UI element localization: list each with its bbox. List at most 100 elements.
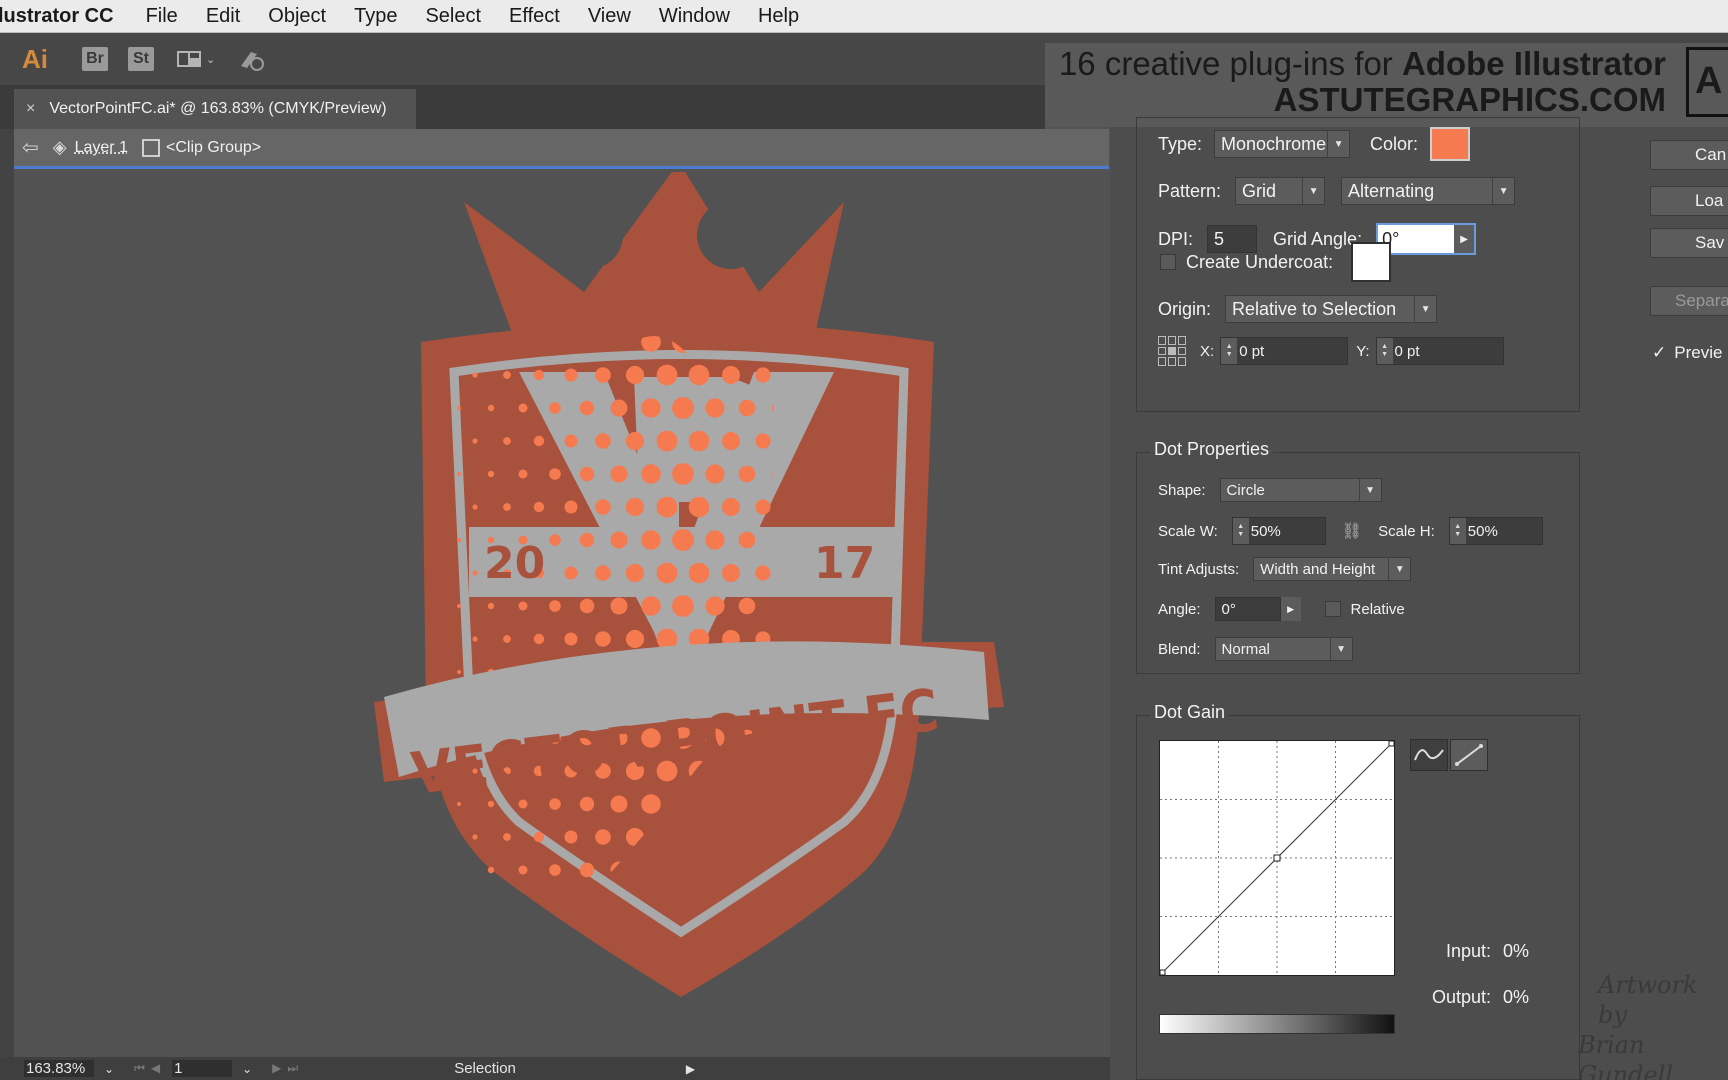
halftone-dot <box>937 340 941 344</box>
dot-gain-curve[interactable] <box>1159 740 1395 976</box>
menu-window[interactable]: Window <box>659 5 730 28</box>
grid-angle-input[interactable]: 0° ▶ <box>1376 223 1477 255</box>
stepper-icon[interactable]: ▲ ▼ <box>1221 338 1238 364</box>
next-last-artboard-icons[interactable]: ▶⏭ <box>272 1061 304 1076</box>
relative-checkbox[interactable] <box>1324 601 1341 617</box>
undercoat-label: Create Undercoat: <box>1186 251 1334 272</box>
halftone-dot <box>905 802 909 806</box>
banner-line-2: ASTUTEGRAPHICS.COM <box>1273 81 1666 118</box>
clip-group-breadcrumb[interactable]: <Clip Group> <box>166 139 261 157</box>
y-field[interactable]: ▲ ▼ 0 pt <box>1375 337 1504 365</box>
chevron-down-icon: ▼ <box>1329 638 1352 660</box>
tint-select[interactable]: Width and Height ▼ <box>1253 557 1412 581</box>
color-swatch[interactable] <box>1430 127 1471 161</box>
first-prev-artboard-icons[interactable]: ⏮◀ <box>134 1061 166 1076</box>
bridge-button[interactable]: Br <box>82 47 108 71</box>
menu-view[interactable]: View <box>588 5 631 28</box>
halftone-dot <box>549 468 561 480</box>
preview-row: ✓ Previe <box>1652 343 1722 363</box>
scale-h-field[interactable]: ▲ ▼ 50% <box>1448 517 1543 545</box>
halftone-dot <box>738 465 756 483</box>
origin-select[interactable]: Relative to Selection ▼ <box>1225 295 1438 323</box>
halftone-dot <box>579 862 595 878</box>
reference-point-icon[interactable] <box>1158 336 1188 366</box>
artboard-number-field[interactable]: 1 <box>172 1060 233 1077</box>
halftone-dot <box>722 432 740 450</box>
separate-button[interactable]: Separa <box>1650 286 1728 316</box>
stepper-icon[interactable]: ▲ ▼ <box>1232 518 1249 544</box>
chevron-down-icon: ▼ <box>1327 131 1349 157</box>
halftone-dot <box>755 367 771 383</box>
pattern-select[interactable]: Grid ▼ <box>1235 177 1326 205</box>
scale-w-field[interactable]: ▲ ▼ 50% <box>1231 517 1326 545</box>
preview-label: Previe <box>1674 343 1723 362</box>
halftone-dot <box>503 503 511 511</box>
tint-label: Tint Adjusts: <box>1158 560 1240 578</box>
undercoat-swatch[interactable] <box>1351 242 1392 282</box>
zoom-dropdown-icon[interactable]: ⌄ <box>104 1062 114 1076</box>
app-name[interactable]: lustrator CC <box>0 5 114 28</box>
close-icon[interactable]: × <box>26 100 35 118</box>
save-button[interactable]: Sav <box>1650 228 1728 258</box>
halftone-dot <box>533 501 545 513</box>
artboard-canvas[interactable]: 20 17 VECTOR POINT FC <box>14 162 1109 1057</box>
angle-arrow-icon[interactable]: ▶ <box>1280 597 1301 621</box>
halftone-dot <box>610 399 628 417</box>
halftone-dot <box>953 835 957 839</box>
menu-file[interactable]: File <box>146 5 178 28</box>
halftone-dot <box>738 597 756 615</box>
halftone-dot <box>595 433 611 449</box>
document-tab[interactable]: × VectorPointFC.ai* @ 163.83% (CMYK/Prev… <box>14 89 416 129</box>
menu-help[interactable]: Help <box>758 5 799 28</box>
undercoat-checkbox[interactable] <box>1160 254 1176 270</box>
linear-curve-button[interactable] <box>1450 739 1488 771</box>
link-icon[interactable]: ⛓ <box>1342 521 1362 541</box>
shape-select[interactable]: Circle ▼ <box>1219 478 1382 502</box>
halftone-dot <box>985 835 989 839</box>
halftone-dot <box>518 469 528 479</box>
gpu-performance-button[interactable] <box>237 46 267 72</box>
output-label: Output: <box>1432 987 1492 1007</box>
zoom-level-field[interactable]: 163.83% <box>24 1060 94 1077</box>
back-arrow-icon[interactable]: ⇦ <box>22 135 39 160</box>
halftone-dot <box>579 400 595 416</box>
menu-edit[interactable]: Edit <box>206 5 240 28</box>
smooth-curve-button[interactable] <box>1410 739 1448 771</box>
arrange-documents-button[interactable]: ⌄ <box>176 50 215 68</box>
curve-graph[interactable] <box>1159 740 1395 976</box>
halftone-dot <box>472 372 478 378</box>
halftone-dot <box>472 504 478 510</box>
layer-breadcrumb[interactable]: Layer 1 <box>75 139 128 157</box>
load-button[interactable]: Loa <box>1650 186 1728 216</box>
blend-select[interactable]: Normal ▼ <box>1214 637 1353 661</box>
halftone-dot <box>953 505 957 509</box>
menu-object[interactable]: Object <box>268 5 326 28</box>
stock-button[interactable]: St <box>128 47 154 71</box>
angle-field[interactable]: 0° <box>1214 597 1281 621</box>
cancel-button[interactable]: Can <box>1650 140 1728 170</box>
pattern-mode-select[interactable]: Alternating ▼ <box>1341 177 1516 205</box>
artboard-dropdown-icon[interactable]: ⌄ <box>242 1062 252 1076</box>
stepper-icon[interactable]: ▲ ▼ <box>1376 338 1393 364</box>
x-field[interactable]: ▲ ▼ 0 pt <box>1220 337 1349 365</box>
halftone-dot <box>457 472 461 476</box>
grid-angle-arrow-icon[interactable]: ▶ <box>1454 225 1475 253</box>
play-icon[interactable]: ▶ <box>686 1062 695 1076</box>
halftone-dot <box>953 769 957 773</box>
menu-type[interactable]: Type <box>354 5 397 28</box>
halftone-dot <box>457 604 461 608</box>
crest-artwork[interactable]: 20 17 VECTOR POINT FC <box>14 162 1109 1057</box>
halftone-dot <box>564 500 578 514</box>
scale-w-label: Scale W: <box>1158 522 1218 540</box>
halftone-dot <box>985 637 989 641</box>
halftone-dot <box>969 736 973 740</box>
menu-select[interactable]: Select <box>425 5 481 28</box>
preview-checkbox[interactable]: ✓ <box>1652 343 1666 363</box>
halftone-dot <box>937 802 941 806</box>
halftone-dot <box>549 864 561 876</box>
color-label: Color: <box>1370 133 1419 154</box>
menu-effect[interactable]: Effect <box>509 5 560 28</box>
stepper-icon[interactable]: ▲ ▼ <box>1449 518 1466 544</box>
type-select[interactable]: Monochrome ▼ <box>1214 130 1351 158</box>
halftone-dot <box>705 398 725 418</box>
